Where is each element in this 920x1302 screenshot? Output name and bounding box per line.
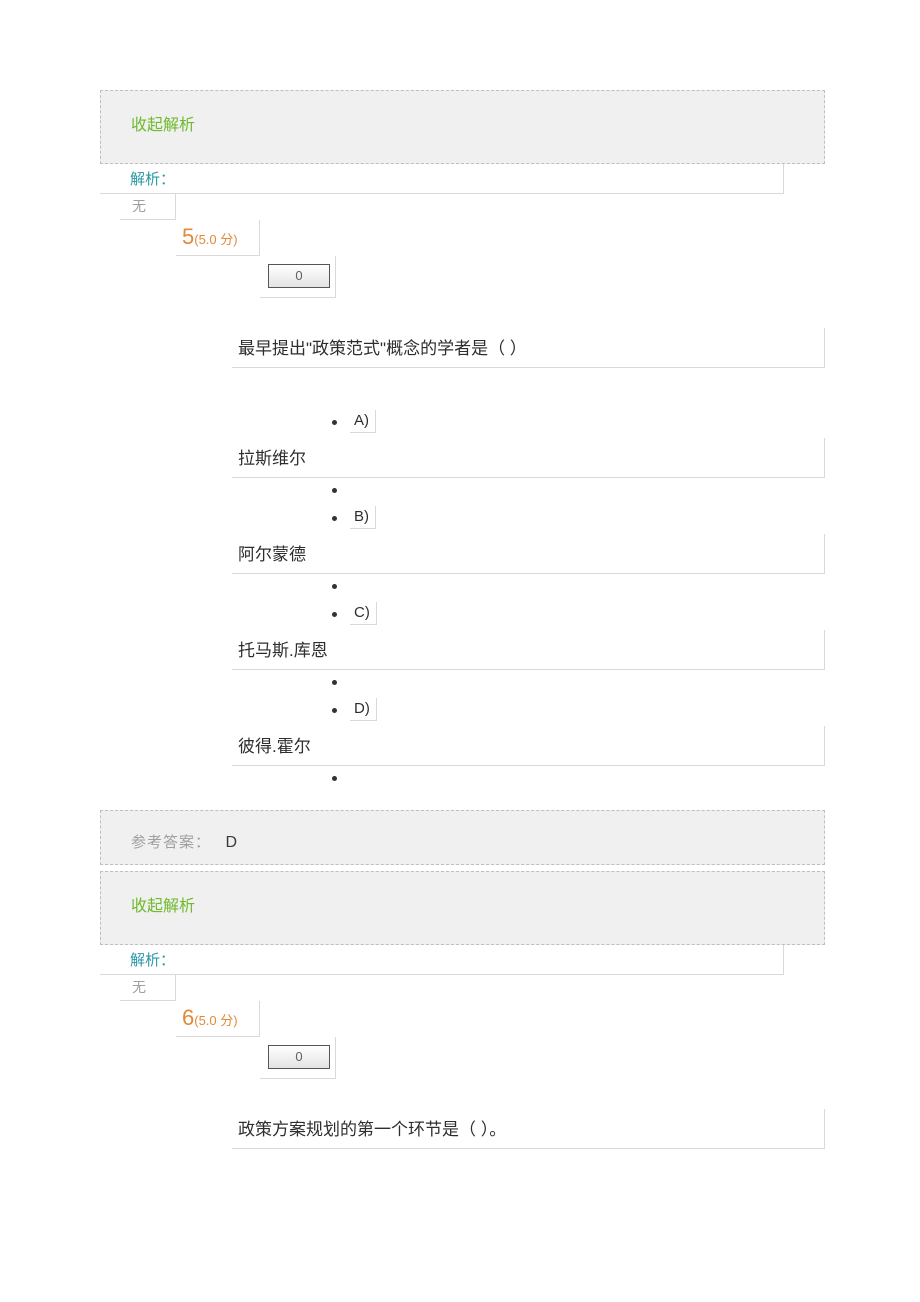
score-box-cell: 0 bbox=[260, 1037, 336, 1079]
option-letter-row: A) bbox=[232, 410, 825, 438]
option-A-letter[interactable]: A) bbox=[350, 410, 376, 433]
question-number-cell: 6(5.0 分) bbox=[176, 1001, 260, 1037]
bullet-icon bbox=[332, 708, 337, 713]
bullet-icon bbox=[332, 420, 337, 425]
option-C-letter[interactable]: C) bbox=[350, 602, 377, 625]
question-points: (5.0 分) bbox=[194, 232, 237, 247]
bullet-icon bbox=[332, 516, 337, 521]
question-stem: 政策方案规划的第一个环节是（ ）。 bbox=[232, 1109, 825, 1149]
collapse-analysis-link[interactable]: 收起解析 bbox=[131, 117, 195, 134]
option-trail bbox=[232, 766, 825, 794]
score-box-cell: 0 bbox=[260, 256, 336, 298]
question-number: 5 bbox=[182, 224, 194, 249]
analysis-cascade-q5: 解析： 无 5(5.0 分) 0 bbox=[100, 164, 920, 298]
bullet-icon bbox=[332, 612, 337, 617]
question-6: 政策方案规划的第一个环节是（ ）。 bbox=[232, 1109, 825, 1149]
analysis-label: 解析： bbox=[100, 164, 784, 194]
option-letter-row: D) bbox=[232, 698, 825, 726]
analysis-none: 无 bbox=[120, 194, 176, 220]
option-trail bbox=[232, 670, 825, 698]
bullet-icon bbox=[332, 488, 337, 493]
option-letter-row: B) bbox=[232, 506, 825, 534]
document-page: 收起解析 解析： 无 5(5.0 分) 0 最早提出"政策范式"概念的学者是（ … bbox=[0, 0, 920, 1187]
analysis-label: 解析： bbox=[100, 945, 784, 975]
reference-answer-label: 参考答案： bbox=[131, 834, 211, 851]
collapse-analysis-panel: 收起解析 bbox=[100, 90, 825, 164]
option-trail bbox=[232, 478, 825, 506]
analysis-cascade-q6: 解析： 无 6(5.0 分) 0 bbox=[100, 945, 920, 1079]
option-D-text: 彼得.霍尔 bbox=[232, 726, 825, 766]
collapse-analysis-link[interactable]: 收起解析 bbox=[131, 898, 195, 915]
option-trail bbox=[232, 574, 825, 602]
option-D-letter[interactable]: D) bbox=[350, 698, 377, 721]
option-B-text: 阿尔蒙德 bbox=[232, 534, 825, 574]
score-input[interactable]: 0 bbox=[268, 264, 330, 288]
collapse-analysis-panel: 收起解析 bbox=[100, 871, 825, 945]
question-number-cell: 5(5.0 分) bbox=[176, 220, 260, 256]
option-B-letter[interactable]: B) bbox=[350, 506, 376, 529]
option-gap bbox=[232, 368, 825, 410]
question-5: 最早提出"政策范式"概念的学者是（ ） A) 拉斯维尔 B) 阿尔蒙德 C) 托… bbox=[232, 328, 825, 794]
question-stem: 最早提出"政策范式"概念的学者是（ ） bbox=[232, 328, 825, 368]
reference-answer-panel: 参考答案： D bbox=[100, 810, 825, 865]
option-letter-row: C) bbox=[232, 602, 825, 630]
question-points: (5.0 分) bbox=[194, 1013, 237, 1028]
bullet-icon bbox=[332, 680, 337, 685]
analysis-none: 无 bbox=[120, 975, 176, 1001]
reference-answer-value: D bbox=[225, 834, 239, 851]
option-C-text: 托马斯.库恩 bbox=[232, 630, 825, 670]
bullet-icon bbox=[332, 584, 337, 589]
question-number: 6 bbox=[182, 1005, 194, 1030]
score-input[interactable]: 0 bbox=[268, 1045, 330, 1069]
option-A-text: 拉斯维尔 bbox=[232, 438, 825, 478]
bullet-icon bbox=[332, 776, 337, 781]
